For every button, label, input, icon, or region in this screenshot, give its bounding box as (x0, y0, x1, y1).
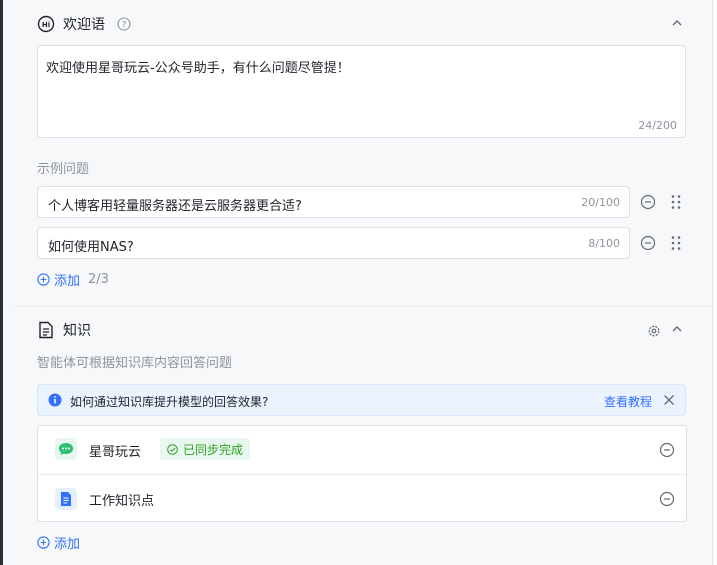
svg-text:Hi: Hi (42, 21, 50, 29)
example-question-text: 如何使用NAS? (48, 240, 134, 255)
tip-text: 如何通过知识库提升模型的回答效果? (70, 395, 269, 409)
knowledge-item[interactable]: 工作知识点 (38, 474, 686, 522)
welcome-counter: 24/200 (638, 119, 677, 132)
collapse-chevron-icon[interactable] (670, 16, 684, 30)
panel: Hi 欢迎语 ? 欢迎使用星哥玩云-公众号助手，有什么问题尽管提！ 24/200… (0, 0, 713, 565)
knowledge-item[interactable]: 星哥玩云 已同步完成 (38, 426, 686, 474)
check-circle-icon (167, 443, 178, 455)
knowledge-name: 工作知识点 (89, 494, 155, 509)
add-icon (37, 273, 50, 286)
knowledge-title: 知识 (63, 323, 91, 339)
remove-icon[interactable] (640, 194, 656, 210)
remove-icon[interactable] (640, 235, 656, 251)
chat-bubble-icon (55, 438, 77, 460)
example-question-input[interactable]: 个人博客用轻量服务器还是云服务器更合适? 20/100 (37, 186, 630, 218)
add-example-button[interactable]: 添加 2/3 (37, 270, 109, 289)
example-question-input[interactable]: 如何使用NAS? 8/100 (37, 227, 630, 259)
section-divider (13, 306, 713, 307)
drag-handle-icon[interactable] (668, 235, 684, 251)
example-count: 2/3 (88, 272, 109, 287)
knowledge-name: 星哥玩云 (89, 445, 142, 460)
example-question-text: 个人博客用轻量服务器还是云服务器更合适? (48, 199, 302, 214)
remove-icon[interactable] (659, 491, 675, 507)
help-icon[interactable]: ? (115, 15, 133, 33)
svg-text:?: ? (122, 21, 127, 31)
add-icon (37, 536, 50, 549)
info-icon (48, 393, 62, 407)
knowledge-description: 智能体可根据知识库内容回答问题 (37, 356, 233, 371)
drag-handle-icon[interactable] (668, 194, 684, 210)
collapse-chevron-icon[interactable] (670, 322, 684, 336)
knowledge-tip-banner: 如何通过知识库提升模型的回答效果? 查看教程 (37, 384, 686, 416)
view-tutorial-link[interactable]: 查看教程 (604, 393, 652, 410)
welcome-textarea[interactable]: 欢迎使用星哥玩云-公众号助手，有什么问题尽管提！ 24/200 (37, 45, 686, 138)
knowledge-list: 星哥玩云 已同步完成 工作知识点 (37, 425, 687, 522)
examples-label: 示例问题 (37, 162, 90, 177)
add-example-label: 添加 (54, 274, 81, 289)
welcome-text: 欢迎使用星哥玩云-公众号助手，有什么问题尽管提！ (46, 61, 350, 76)
add-knowledge-label: 添加 (54, 537, 81, 552)
welcome-header: Hi 欢迎语 ? (37, 14, 133, 34)
knowledge-header: 知识 (37, 320, 91, 340)
settings-gear-icon[interactable] (647, 324, 661, 338)
example-question-count: 20/100 (581, 196, 620, 209)
status-badge: 已同步完成 (160, 438, 251, 460)
remove-icon[interactable] (659, 442, 675, 458)
hi-icon: Hi (37, 15, 55, 33)
status-badge-label: 已同步完成 (183, 442, 244, 457)
document-icon (37, 321, 55, 339)
welcome-title: 欢迎语 (63, 17, 105, 33)
add-knowledge-button[interactable]: 添加 (37, 533, 80, 552)
example-question-count: 8/100 (588, 237, 620, 250)
document-icon (55, 488, 77, 510)
close-icon[interactable] (663, 394, 675, 406)
